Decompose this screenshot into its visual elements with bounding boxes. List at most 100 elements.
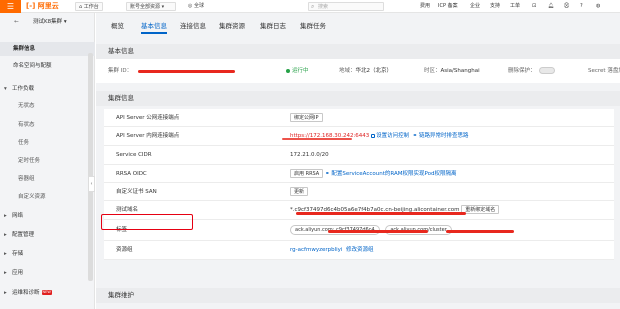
row-rrsa: RRSA OIDC 启用 RRSA ⚭ 配置ServiceAccount的RAM… [104,165,614,183]
sidebar-item-label: 应用 [12,270,24,276]
chevron-right-icon: ▸ [4,290,7,296]
search-icon: ⌕ [311,3,315,10]
top-navigation-bar: ☰ [-] 阿里云 ⌂ 工作台 账号全部资源 ▾ ◎ 全球 ⌕ 搜索 费用 IC… [0,0,620,13]
cluster-selector[interactable]: ← 测试K8集群 ▾ [0,13,95,32]
row-value: 绑定公网IP [290,109,323,127]
new-badge: NEW [41,290,52,295]
region-label: 地域： [339,68,356,74]
resource-group-link[interactable]: rg-acfmwyzerpbliyi [290,247,342,253]
sidebar-item-label: 配置管理 [12,232,35,238]
sidebar-item-cronjobs[interactable]: 定时任务 [0,154,95,168]
sidebar-group-config[interactable]: ▸ 配置管理 [0,228,95,242]
timezone-info: 时区：Asia/Shanghai [424,59,480,83]
top-link-support[interactable]: 支持 [490,0,500,13]
section-title-maintenance: 集群维护 [96,288,620,303]
tab-connection-info[interactable]: 连接信息 [180,18,206,34]
row-label: 资源组 [116,247,133,253]
update-san-button[interactable]: 更新 [290,187,309,196]
row-service-cidr: Service CIDR 172.21.0.0/20 [104,146,614,165]
resource-selector-label: 账号全部资源 [130,4,161,10]
troubleshoot-link[interactable]: ⚭ 链路异常时排查思路 [413,133,469,139]
chevron-right-icon: ▸ [4,213,7,219]
tab-cluster-tasks[interactable]: 集群任务 [300,18,326,34]
sidebar-group-network[interactable]: ▸ 网络 [0,209,95,223]
tab-cluster-resources[interactable]: 集群资源 [219,18,245,34]
redaction-mark [296,212,466,215]
top-link-billing[interactable]: 费用 [420,0,430,13]
secret-encryption-label: Secret 落盘加 [588,68,620,74]
section-title-basic: 基本信息 [96,44,620,59]
top-link-icp[interactable]: ICP 备案 [438,0,458,13]
sidebar-item-namespace[interactable]: 命名空间与配额 [0,59,95,73]
sidebar-collapse-handle[interactable]: ‹ [88,176,95,192]
top-link-ticket[interactable]: 工单 [510,0,520,13]
sidebar-item-label: 容器组 [18,176,35,182]
link-icon: ⚭ [412,133,418,139]
change-resource-group-link[interactable]: 修改资源组 [346,247,374,253]
help-icon[interactable]: ? [580,0,583,13]
status-text: 运行中 [292,68,309,74]
top-link-enterprise[interactable]: 企业 [470,0,480,13]
cluster-name: 测试K8集群 [33,19,63,25]
status-dot-icon [286,68,290,73]
redaction-mark [328,230,428,233]
sidebar-group-workloads[interactable]: ▾ 工作负载 [0,82,95,96]
redaction-mark [138,70,235,73]
sidebar-item-deployments[interactable]: 无状态 [0,99,95,113]
service-cidr-value: 172.21.0.0/20 [290,152,329,158]
chevron-down-icon: ▾ [4,86,7,92]
region-selector[interactable]: ◎ 全球 [185,2,207,11]
link-label: 配置ServiceAccount的RAM权限实现Pod权限隔离 [331,171,457,177]
redaction-mark [446,230,514,233]
sidebar-item-label: 工作负载 [12,86,35,92]
aliyun-logo[interactable]: [-] 阿里云 [26,0,59,13]
deletion-protection-label: 删除保护： [508,68,536,74]
sidebar-scrollbar[interactable] [88,53,93,281]
link-label: 设置访问控制 [376,133,410,139]
row-label: Service CIDR [116,152,152,158]
hamburger-menu-icon[interactable]: ☰ [0,0,21,13]
rrsa-config-link[interactable]: ⚭ 配置ServiceAccount的RAM权限实现Pod权限隔离 [325,171,456,177]
sidebar-item-jobs[interactable]: 任务 [0,136,95,150]
highlight-box [101,214,193,230]
back-arrow-icon[interactable]: ← [14,13,19,32]
deletion-protection-toggle[interactable] [538,67,555,74]
main-content: 概览 基本信息 连接信息 集群资源 集群日志 集群任务 基本信息 集群 ID： … [96,13,620,309]
sidebar-group-apps[interactable]: ▸ 应用 [0,266,95,280]
sidebar-item-label: 有状态 [18,122,35,128]
sidebar-item-label: 定时任务 [18,158,41,164]
region-label: 全球 [193,3,204,9]
workspace-button[interactable]: ⌂ 工作台 [75,2,103,11]
sidebar-group-storage[interactable]: ▸ 存储 [0,247,95,261]
sidebar-item-statefulsets[interactable]: 有状态 [0,118,95,132]
tab-basic-info[interactable]: 基本信息 [141,18,167,34]
row-value: 更新 [290,183,309,201]
set-access-control-link[interactable]: 设置访问控制 [371,133,409,139]
cart-icon[interactable]: ⛒ [564,0,569,13]
row-public-endpoint: API Server 公网连接端点 绑定公网IP [104,109,614,127]
sidebar-group-ops[interactable]: ▸ 运维和诊断 NEW [0,286,95,300]
chevron-right-icon: ▸ [4,270,7,276]
row-label: API Server 内网连接端点 [116,133,180,139]
workspace-label: 工作台 [83,4,99,10]
sidebar-item-cluster-info[interactable]: 集群信息 [0,42,95,56]
notification-icon[interactable]: 🔔︎ [548,0,554,13]
row-custom-san: 自定义证书 SAN 更新 [104,183,614,201]
tab-overview[interactable]: 概览 [111,18,124,34]
rebind-domain-button[interactable]: 重新绑定域名 [461,205,500,214]
region-value: 华北2（北京） [355,68,393,74]
sidebar: ← 测试K8集群 ▾ 集群信息 命名空间与配额 ▾ 工作负载 无状态 有状态 任务… [0,13,95,309]
cloud-shell-icon[interactable]: ⊡ [532,0,536,13]
sidebar-item-custom-resources[interactable]: 自定义资源 [0,190,95,204]
enable-rrsa-button[interactable]: 启用 RRSA [290,169,324,178]
language-icon[interactable]: ◍ [596,0,600,13]
search-placeholder: 搜索 [318,4,329,10]
resource-selector[interactable]: 账号全部资源 ▾ [126,2,176,11]
row-private-endpoint: API Server 内网连接端点 https://172.168.30.242… [104,127,614,146]
sidebar-item-pods[interactable]: 容器组 [0,172,95,186]
cluster-id-label: 集群 ID： [108,68,133,74]
tab-cluster-logs[interactable]: 集群日志 [260,18,286,34]
search-input[interactable]: ⌕ 搜索 [308,2,384,11]
bind-public-ip-button[interactable]: 绑定公网IP [290,113,323,122]
sidebar-item-label: 自定义资源 [18,194,46,200]
